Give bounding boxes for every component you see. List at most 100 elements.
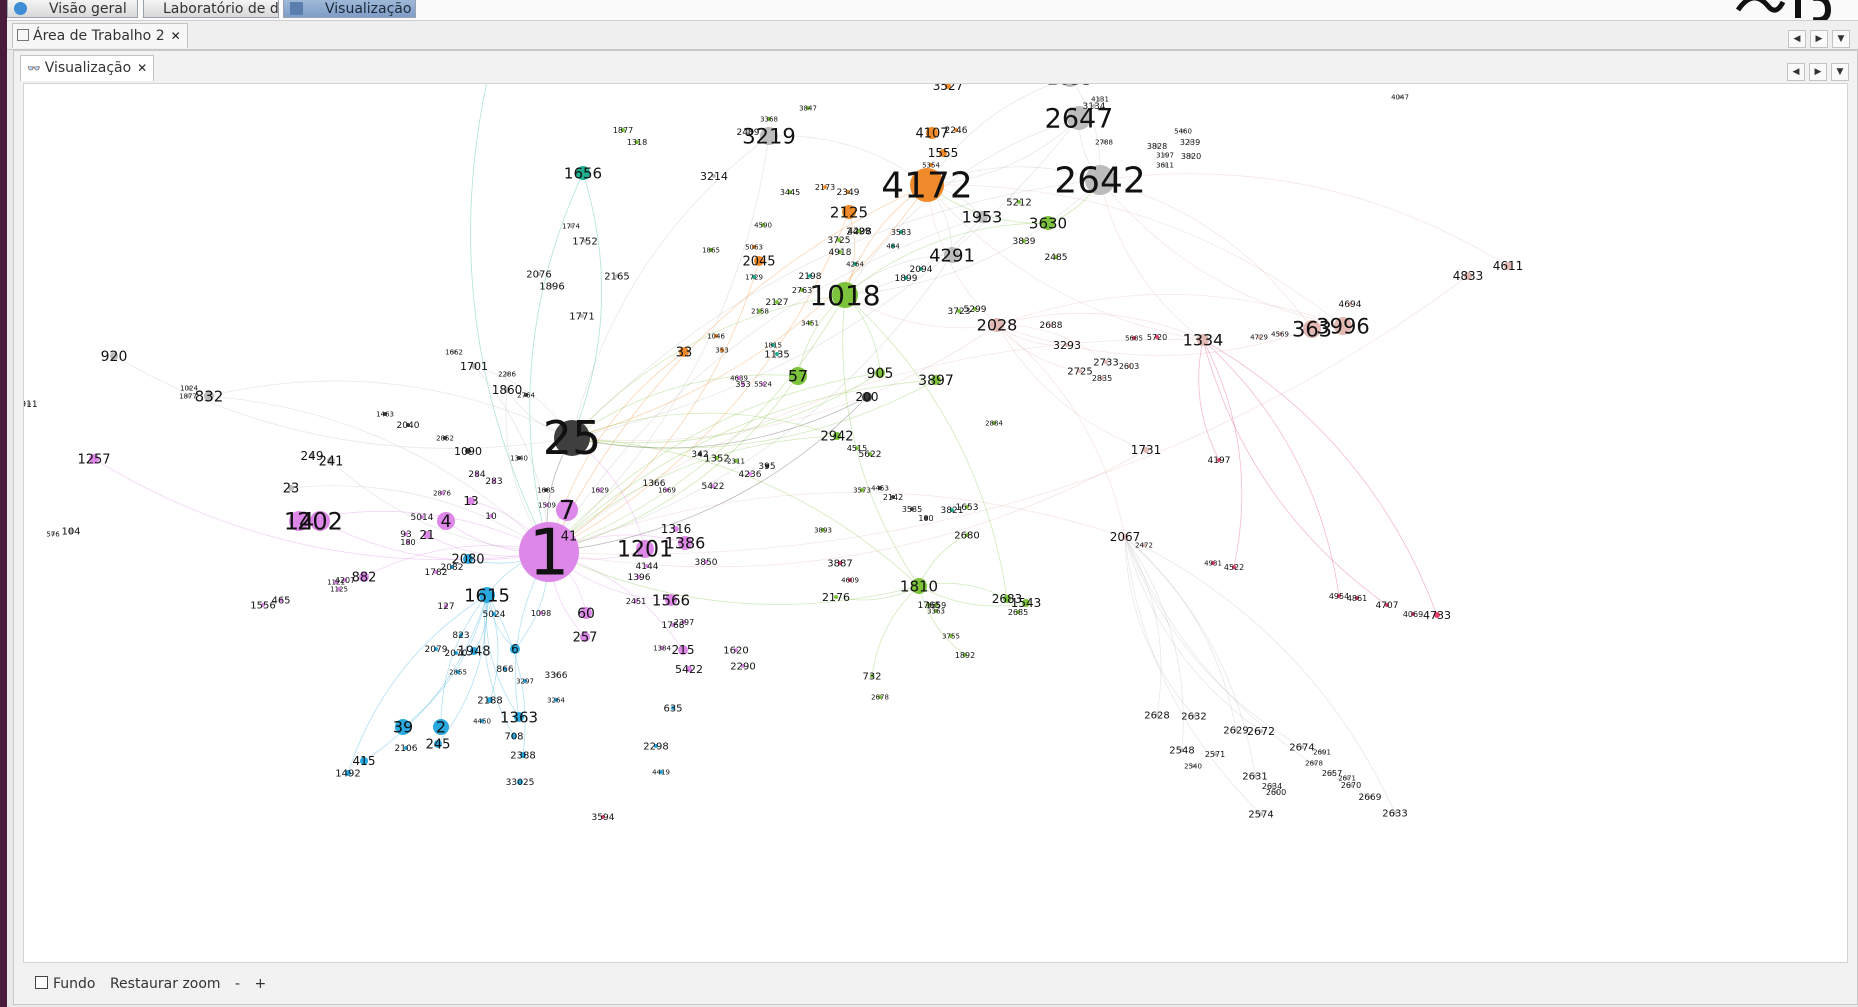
graph-edge — [208, 395, 550, 553]
graph-node-label: 1386 — [665, 534, 706, 553]
chevron-down-icon[interactable]: ▼ — [1831, 63, 1849, 81]
graph-node-label: 2942 — [820, 430, 853, 445]
graph-node-label: 576 — [46, 530, 60, 538]
graph-node-label: 2349 — [837, 188, 860, 198]
arrow-left-icon[interactable]: ◀ — [1788, 30, 1806, 48]
graph-node-label: 3366 — [545, 671, 568, 681]
graph-edge — [1124, 536, 1371, 798]
graph-edge — [548, 254, 953, 553]
chevron-down-icon[interactable]: ▼ — [1832, 30, 1850, 48]
tab-visualization[interactable]: Visualização — [283, 0, 416, 18]
graph-edge — [1198, 339, 1220, 461]
visualization-tab-bar: 👓 Visualização ✕ ◀ ▶ ▼ — [14, 51, 1857, 81]
graph-node-label: 905 — [867, 366, 894, 382]
graph-node-label: 2388 — [510, 751, 535, 762]
graph-node-label: 342 — [691, 450, 708, 460]
graph-node-label: 1669 — [658, 486, 676, 494]
graph-node-label: 2290 — [730, 662, 755, 673]
close-icon[interactable]: ✕ — [137, 61, 147, 75]
graph-node-label: 1555 — [928, 146, 959, 160]
zoom-in-button[interactable]: + — [255, 976, 267, 992]
graph-node-label: 920 — [101, 349, 128, 365]
graph-node-label: 3611 — [1156, 161, 1174, 169]
tab-data-laboratory[interactable]: Laboratório de dados — [143, 0, 279, 18]
graph-node-label: 1463 — [376, 410, 394, 418]
graph-node-label: 2852 — [436, 434, 454, 442]
graph-node-label: 3363 — [927, 607, 945, 615]
graph-node-label: 1701 — [460, 360, 488, 373]
tab-overview[interactable]: Visão geral — [7, 0, 138, 18]
graph-node-label: 1125 — [330, 585, 348, 593]
graph-node-label: 1492 — [335, 769, 360, 780]
graph-node-label: 284 — [468, 470, 485, 480]
graph-node-label: 1865 — [702, 246, 720, 254]
graph-node-label: 3897 — [918, 373, 954, 389]
graph-edge — [571, 379, 937, 449]
graph-node-label: 2176 — [822, 591, 850, 604]
graph-node-label: 3293 — [1053, 339, 1081, 352]
graph-node-label: 4833 — [1453, 269, 1484, 283]
graph-edge — [996, 312, 1204, 341]
zoom-out-button[interactable]: - — [235, 976, 240, 992]
graph-node-label: 2855 — [449, 668, 467, 676]
graph-node-label: 3725 — [828, 236, 851, 246]
graph-node-label: 1953 — [962, 208, 1003, 227]
graph-node-label: 3368 — [760, 115, 778, 123]
graph-node-label: 2070 — [445, 649, 468, 659]
graph-node-label: 215 — [672, 643, 695, 657]
graph-node-label: 4733 — [1423, 609, 1451, 622]
graph-node-label: 2540 — [1184, 762, 1202, 770]
graph-node-label: 104 — [61, 527, 80, 538]
graph-node-label: 1257 — [77, 453, 110, 468]
background-checkbox[interactable] — [35, 976, 48, 989]
graph-node-label: 1340 — [510, 454, 528, 462]
graph-node-label: 1752 — [572, 237, 597, 248]
graph-edge — [548, 551, 920, 605]
network-graph[interactable]: 1254172264226471018321926351201138613167… — [24, 84, 1848, 963]
workspace-tab[interactable]: Área de Trabalho 2 ✕ — [12, 23, 188, 48]
arrow-right-icon[interactable]: ▶ — [1809, 63, 1827, 81]
graph-node-label: 4197 — [1208, 456, 1231, 466]
graph-node-label: 2548 — [1169, 746, 1194, 757]
graph-node-label: 1 — [529, 516, 570, 590]
graph-node-label: 23 — [283, 482, 300, 497]
tab-overview-label: Visão geral — [49, 1, 127, 17]
graph-edge — [363, 594, 488, 762]
arrow-right-icon[interactable]: ▶ — [1810, 30, 1828, 48]
graph-node-label: 2835 — [1092, 374, 1112, 383]
left-window-edge — [0, 0, 7, 1007]
graph-node-label: 1098 — [531, 609, 551, 618]
graph-node-label: 2691 — [1313, 748, 1331, 756]
graph-node-label: 1046 — [707, 332, 725, 340]
graph-node-label: 2628 — [1144, 711, 1169, 722]
arrow-left-icon[interactable]: ◀ — [1787, 63, 1805, 81]
graph-node-label: 4 — [441, 512, 452, 532]
graph-node-label: 5720 — [1147, 333, 1167, 342]
graph-node-label: 708 — [504, 732, 523, 743]
top-tab-bar: Visão geral Laboratório de dados Visuali… — [7, 0, 1858, 21]
graph-node-label: 2678 — [871, 693, 889, 701]
graph-node-label: 1384 — [653, 644, 671, 652]
graph-node-label: 202 — [297, 507, 343, 535]
graph-node-label: 1899 — [895, 274, 918, 284]
graph-node-label: 2876 — [433, 489, 451, 497]
close-icon[interactable]: ✕ — [171, 29, 181, 43]
graph-node-label: 5524 — [754, 380, 772, 388]
graph-node-label: 33 — [676, 346, 693, 361]
graph-node-label: 2298 — [643, 742, 668, 753]
visualization-tab[interactable]: 👓 Visualização ✕ — [20, 55, 155, 81]
graph-edge — [571, 172, 602, 439]
graph-node-label: 2600 — [1266, 788, 1286, 797]
graph-node-label: 1815 — [764, 341, 782, 349]
graph-edge — [402, 594, 488, 728]
graph-canvas[interactable]: 1254172264226471018321926351201138613167… — [23, 83, 1848, 963]
panel-nav: ◀ ▶ ▼ — [1783, 59, 1849, 81]
graph-node-label: 2642 — [1054, 161, 1146, 202]
graph-edge — [1124, 536, 1162, 716]
graph-node-label: 2045 — [742, 255, 775, 270]
graph-node-label: 1620 — [723, 646, 748, 657]
reset-zoom-button[interactable]: Restaurar zoom — [110, 976, 221, 992]
tab-visualization-label: Visualização — [325, 1, 412, 17]
graph-node-label: 1363 — [500, 708, 538, 726]
graph-edge — [571, 437, 920, 587]
